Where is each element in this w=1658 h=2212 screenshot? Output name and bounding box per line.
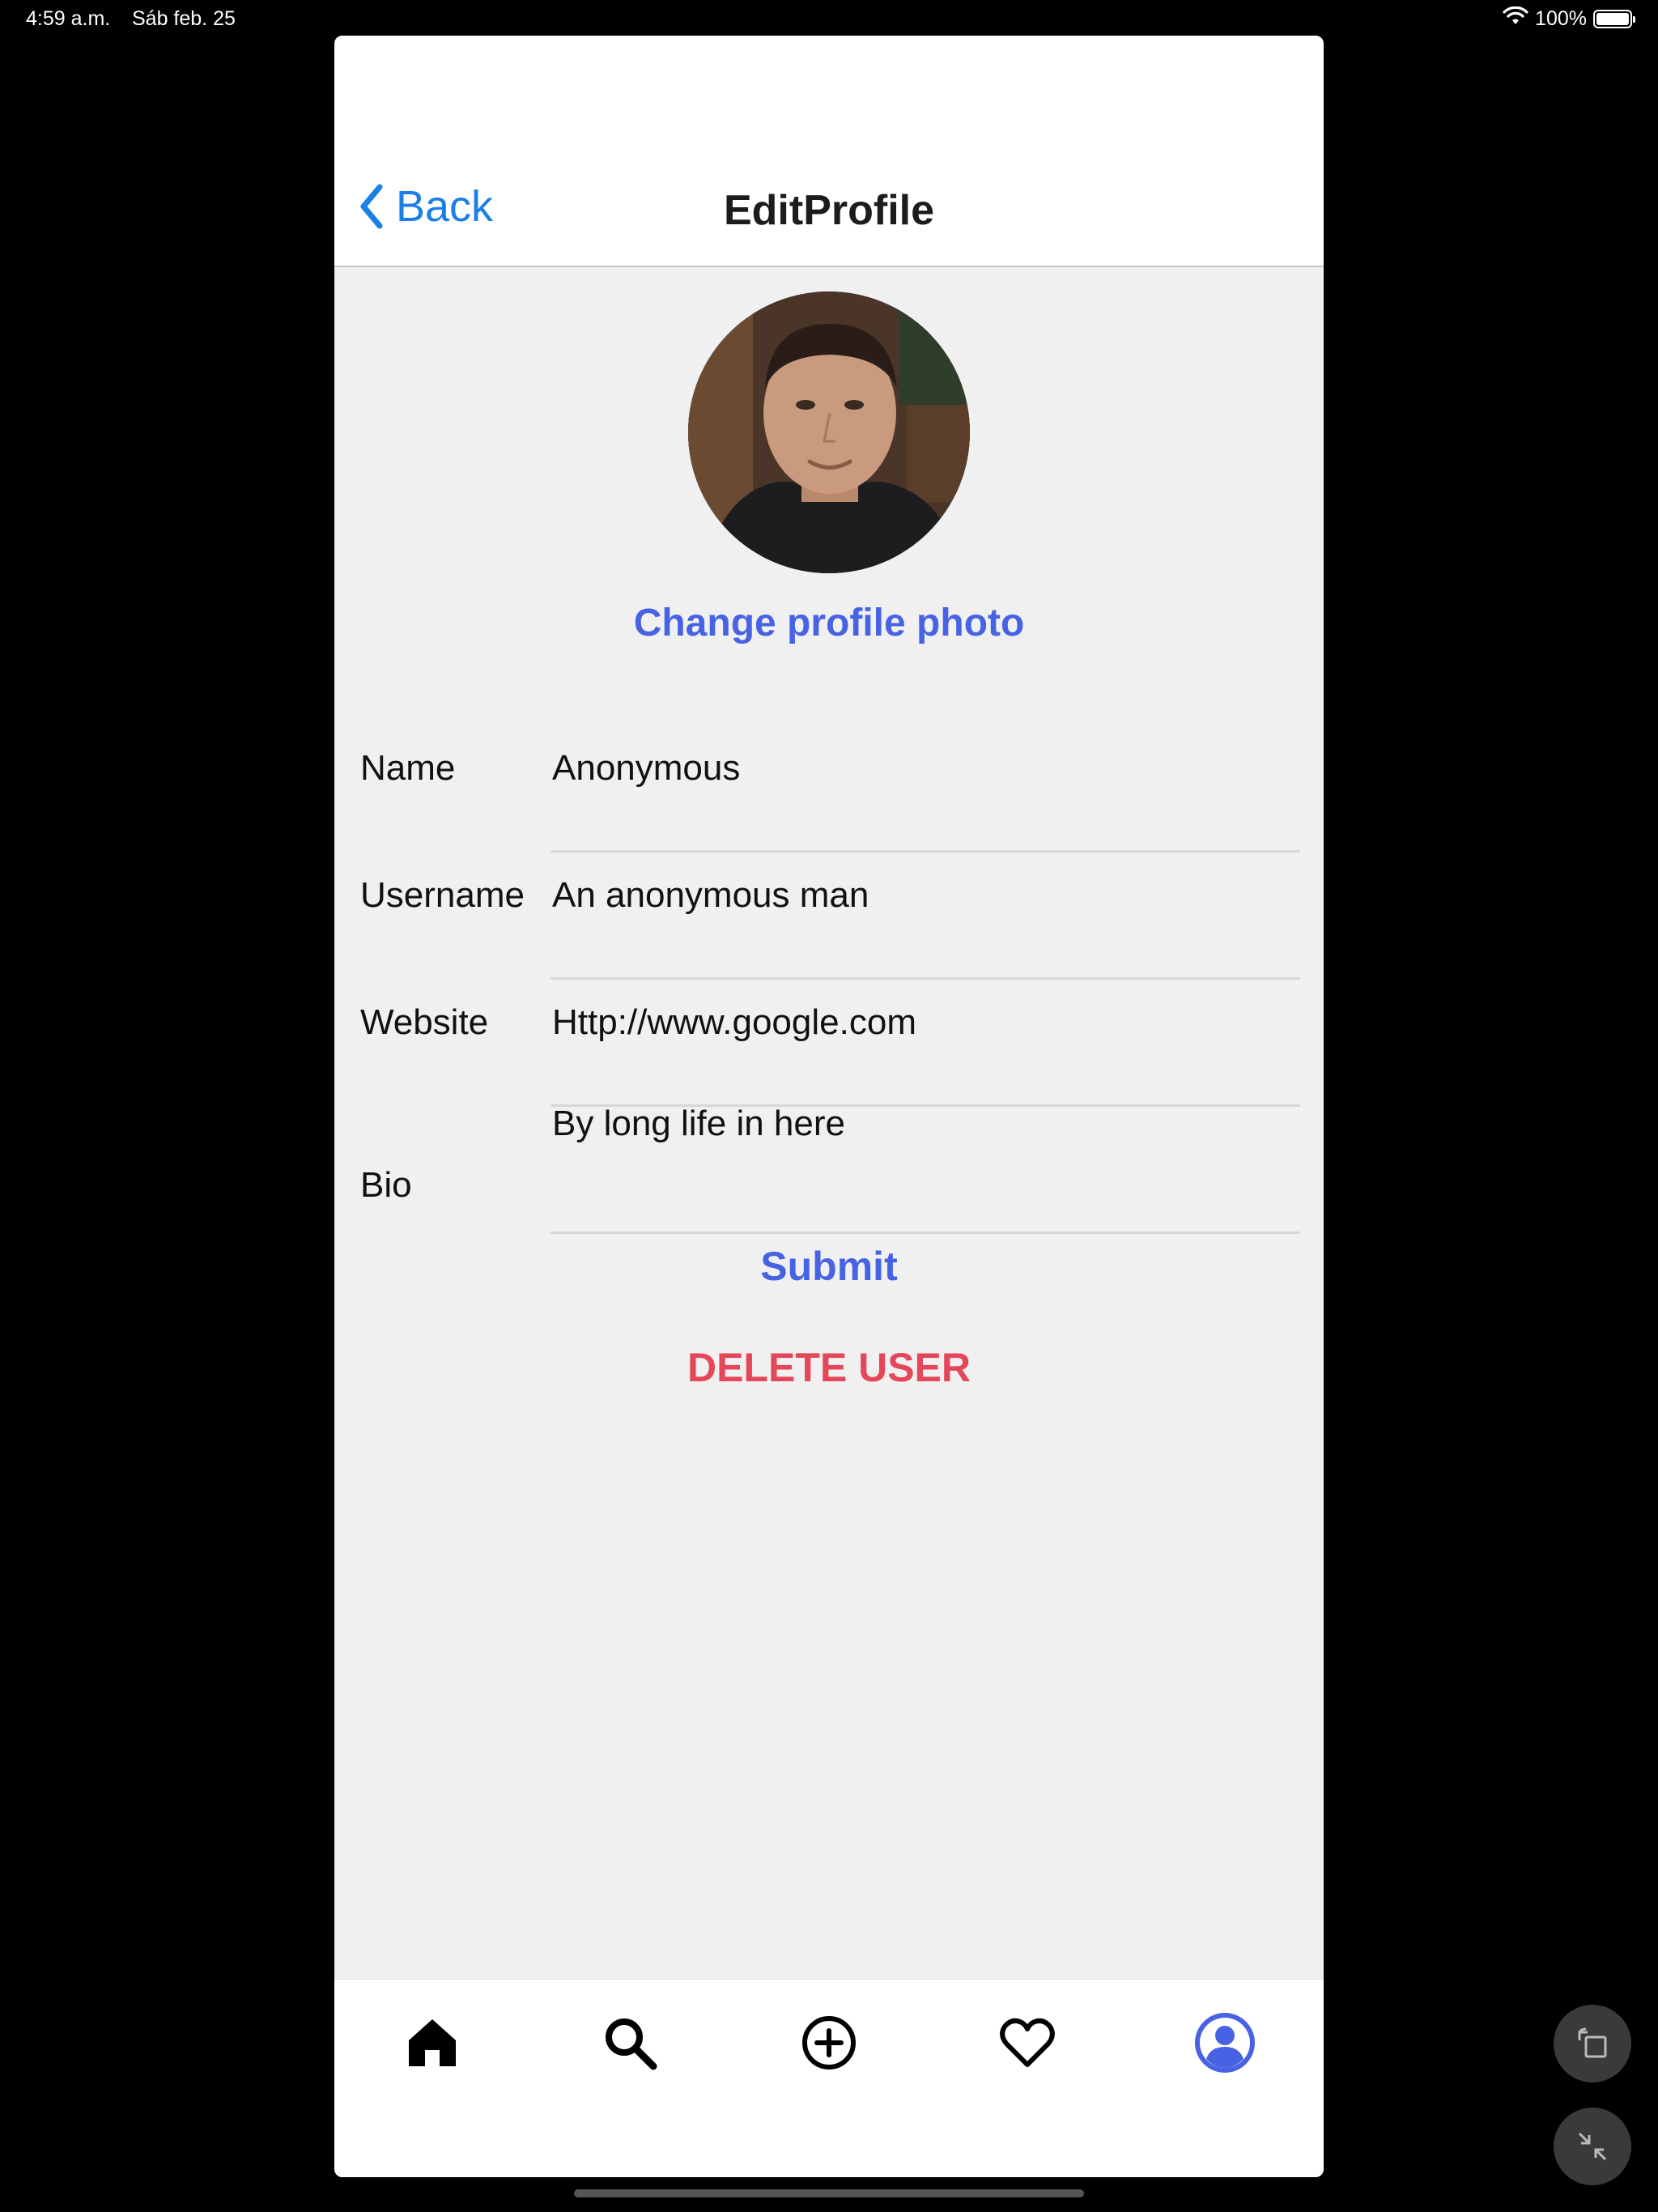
profile-photo (688, 291, 970, 573)
bio-field[interactable]: By long life in here (551, 1104, 1300, 1234)
status-indicators: 100% (1503, 6, 1635, 32)
minimize-window-button[interactable] (1554, 2108, 1631, 2185)
rotate-window-button[interactable] (1554, 2005, 1631, 2082)
battery-level (1596, 13, 1629, 25)
bio-value: By long life in here (552, 1104, 845, 1143)
status-date: Sáb feb. 25 (132, 7, 236, 30)
status-time: 4:59 a.m. (26, 7, 111, 30)
navigation-header: Back EditProfile (334, 36, 1324, 267)
form-row-username: Username An anonymous man (334, 853, 1324, 980)
collapse-icon (1578, 2132, 1607, 2161)
tab-home[interactable] (400, 2010, 465, 2075)
username-value: An anonymous man (552, 875, 869, 915)
profile-icon (1195, 2013, 1255, 2073)
bio-label: Bio (360, 1165, 412, 1205)
search-icon (606, 2018, 657, 2070)
website-field[interactable]: Http://www.google.com (551, 980, 1300, 1107)
tab-search[interactable] (597, 2010, 662, 2075)
heart-icon (1000, 2018, 1055, 2067)
form-row-website: Website Http://www.google.com (334, 980, 1324, 1107)
submit-button[interactable]: Submit (334, 1243, 1324, 1290)
wifi-icon (1503, 6, 1528, 32)
battery-percent: 100% (1535, 7, 1587, 30)
name-label: Name (360, 748, 456, 788)
change-profile-photo-link[interactable]: Change profile photo (334, 601, 1324, 645)
rotate-icon (1578, 2027, 1607, 2058)
username-field[interactable]: An anonymous man (551, 853, 1300, 980)
website-value: Http://www.google.com (552, 1002, 916, 1042)
tab-profile[interactable] (1192, 2010, 1257, 2075)
tab-activity[interactable] (995, 2010, 1060, 2075)
name-field[interactable]: Anonymous (551, 725, 1300, 853)
website-label: Website (360, 1002, 489, 1042)
home-indicator[interactable] (574, 2189, 1084, 2197)
page-title: EditProfile (723, 187, 935, 234)
tab-bar (334, 1979, 1324, 2177)
name-value: Anonymous (552, 748, 741, 788)
avatar[interactable] (688, 291, 970, 573)
battery-icon (1593, 10, 1635, 28)
username-label: Username (360, 875, 525, 915)
home-icon (409, 2019, 456, 2066)
delete-user-button[interactable]: DELETE USER (334, 1344, 1324, 1391)
tab-add[interactable] (797, 2010, 861, 2075)
form-row-bio: Bio By long life in here (334, 1104, 1324, 1234)
app-window: Back EditProfile Change profile photo Na… (334, 36, 1324, 2177)
status-bar: 4:59 a.m. Sáb feb. 25 100% (0, 0, 1658, 39)
add-icon (802, 2016, 856, 2069)
form-row-name: Name Anonymous (334, 725, 1324, 853)
edit-profile-content: Change profile photo Name Anonymous User… (334, 267, 1324, 1979)
